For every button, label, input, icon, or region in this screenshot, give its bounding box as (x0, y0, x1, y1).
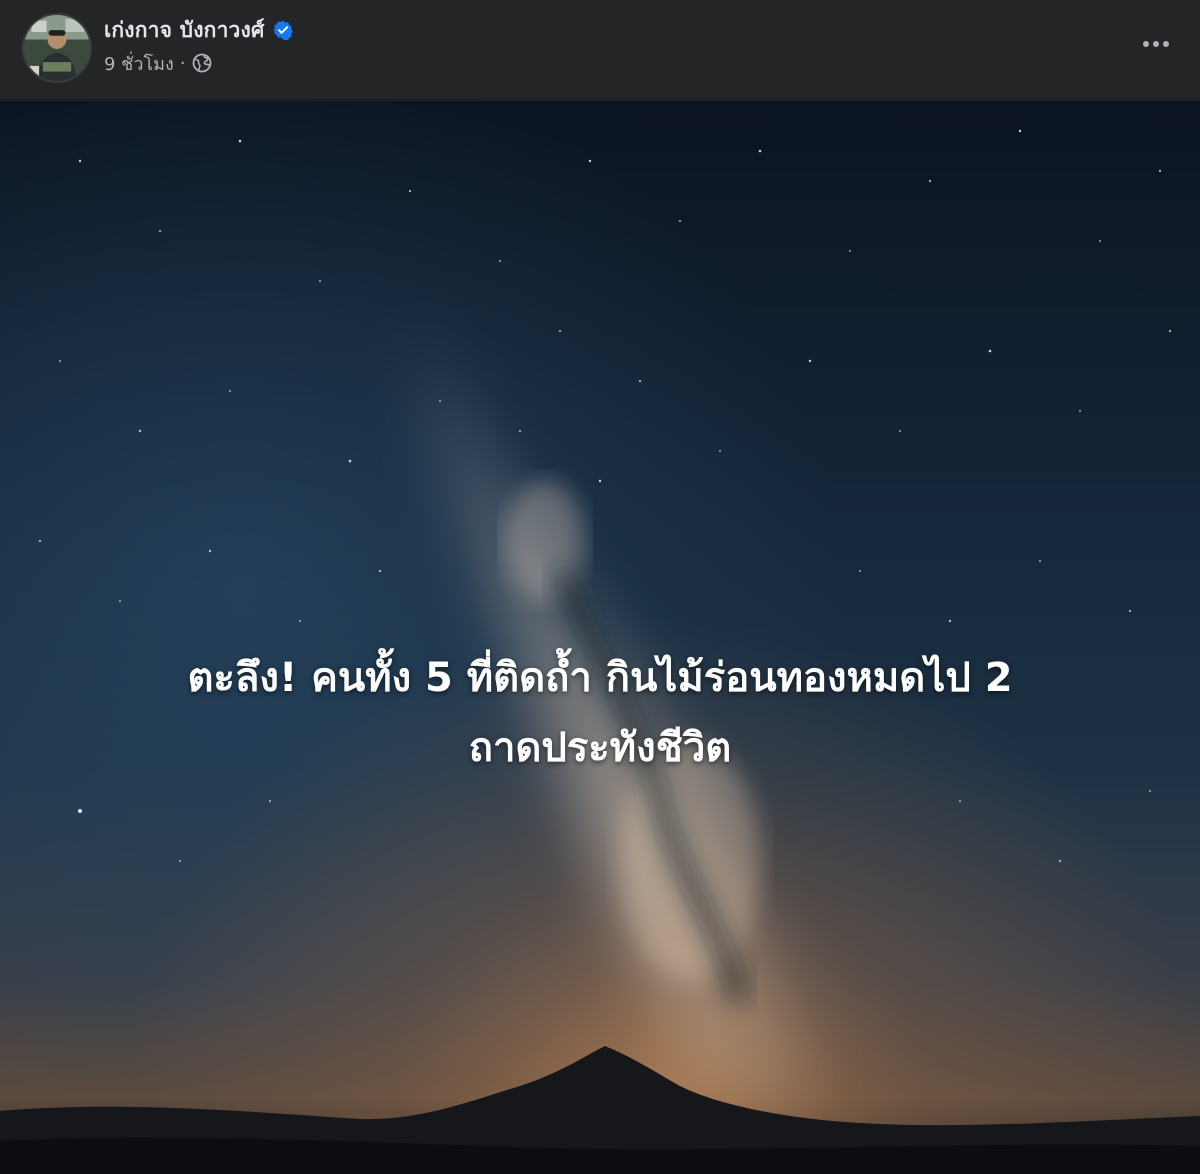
avatar-photo (24, 15, 90, 81)
verified-badge-icon (272, 20, 293, 40)
author-name[interactable]: เก่งกาจ บังกาวงศ์ (104, 14, 265, 47)
more-options-icon-dot (1143, 41, 1149, 47)
author-avatar[interactable] (22, 13, 92, 83)
post-header: เก่งกาจ บังกาวงศ์ 9 ชั่วโมง · (0, 0, 1200, 100)
globe-icon[interactable] (192, 53, 212, 73)
more-options-button[interactable] (1136, 26, 1176, 62)
post-meta: 9 ชั่วโมง · (104, 50, 212, 76)
night-sky-milky-way-image (0, 101, 1200, 1174)
facebook-post: เก่งกาจ บังกาวงศ์ 9 ชั่วโมง · ตะลึง! คนท… (0, 0, 1200, 1174)
author-line: เก่งกาจ บังกาวงศ์ (104, 14, 293, 46)
post-timestamp[interactable]: 9 ชั่วโมง (104, 49, 174, 78)
more-options-icon-dot (1153, 41, 1159, 47)
image-headline: ตะลึง! คนทั้ง 5 ที่ติดถ้ำ กินไม้ร่อนทองห… (40, 643, 1160, 783)
headline-line-1: ตะลึง! คนทั้ง 5 ที่ติดถ้ำ กินไม้ร่อนทองห… (187, 655, 1013, 701)
headline-line-2: ถาดประทังชีวิต (468, 725, 732, 771)
meta-separator: · (179, 52, 186, 74)
more-options-icon-dot (1163, 41, 1169, 47)
post-image[interactable]: ตะลึง! คนทั้ง 5 ที่ติดถ้ำ กินไม้ร่อนทองห… (0, 101, 1200, 1174)
